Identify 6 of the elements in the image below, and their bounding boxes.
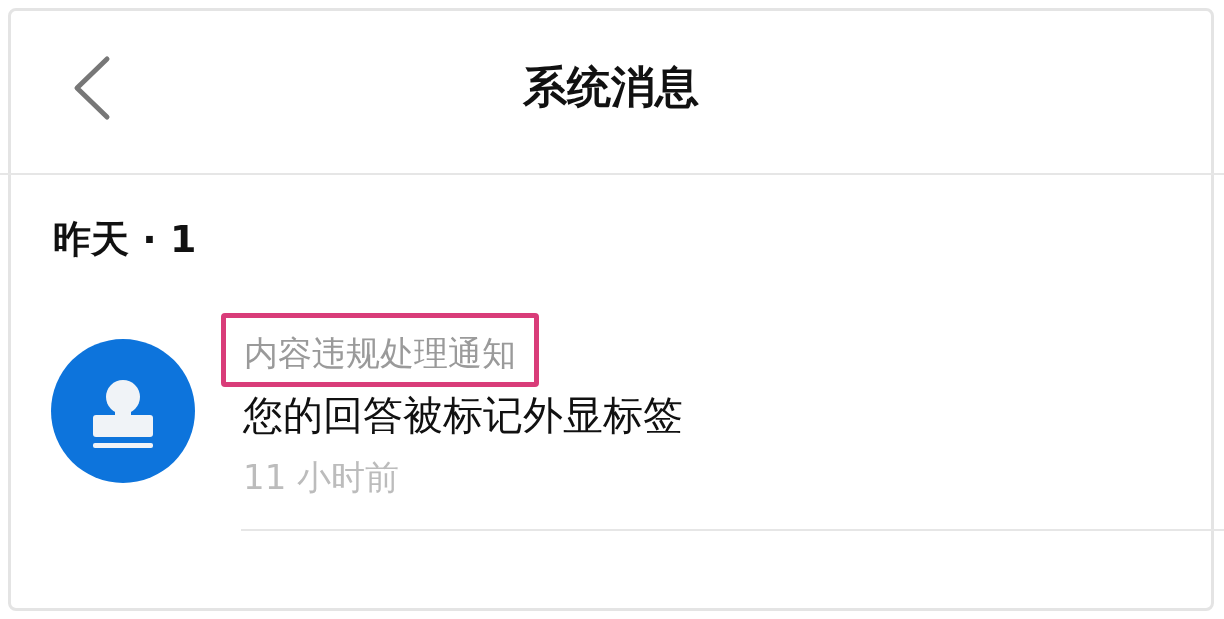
stamp-icon [51, 338, 195, 483]
message-time: 11 小时前 [243, 457, 400, 498]
page-title: 系统消息 [523, 60, 699, 114]
section-label: 昨天 · 1 [53, 217, 197, 261]
message-title: 内容违规处理通知 [221, 312, 539, 388]
message-text: 您的回答被标记外显标签 [243, 392, 683, 439]
